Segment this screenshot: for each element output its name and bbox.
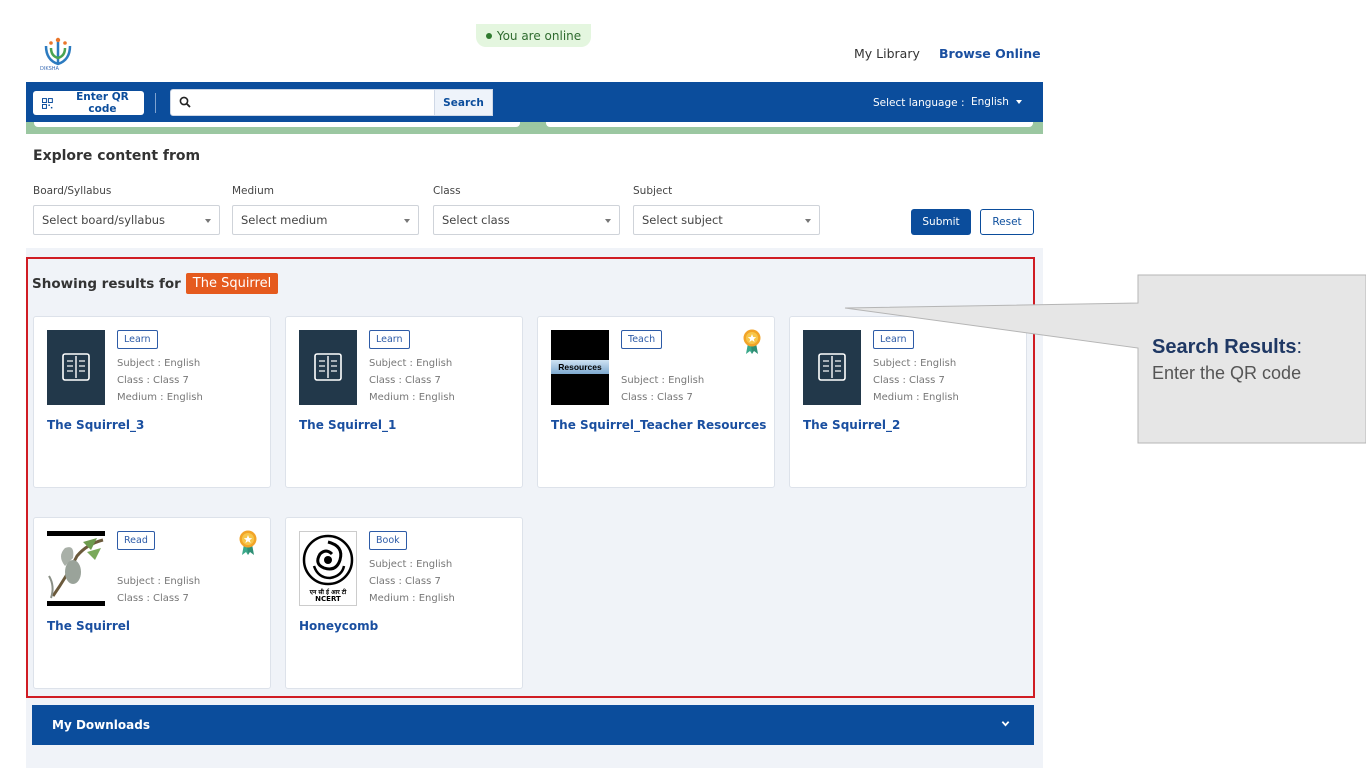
browse-online-link[interactable]: Browse Online [939, 46, 1041, 61]
my-downloads-label: My Downloads [52, 718, 150, 732]
card-title[interactable]: The Squirrel_Teacher Resources [551, 418, 766, 432]
card-class: Class : Class 7 [621, 392, 693, 403]
resources-thumbnail: Resources [551, 330, 609, 405]
content-type-tag: Read [117, 531, 155, 550]
class-select[interactable]: Select class [433, 205, 620, 235]
callout-subtitle: Enter the QR code [1152, 363, 1302, 383]
medium-select-value: Select medium [241, 213, 328, 227]
results-prefix: Showing results for [32, 275, 181, 292]
squirrel-image [47, 531, 105, 606]
card-title[interactable]: The Squirrel_3 [47, 418, 144, 432]
subject-select[interactable]: Select subject [633, 205, 820, 235]
card-medium: Medium : English [369, 392, 455, 403]
ncert-logo: एन सी ई आर टी NCERT [299, 531, 357, 606]
banner-strip [26, 122, 1043, 134]
content-card[interactable]: Read Subject : English Class : Class 7 T… [33, 517, 271, 689]
board-filter-label: Board/Syllabus [33, 185, 112, 197]
my-downloads-accordion[interactable]: My Downloads [32, 705, 1034, 745]
medium-filter-label: Medium [232, 185, 274, 197]
content-type-tag: Book [369, 531, 407, 550]
card-title[interactable]: The Squirrel [47, 619, 130, 633]
content-type-tag: Learn [117, 330, 158, 349]
qr-code-icon [42, 97, 53, 109]
card-title[interactable]: The Squirrel_1 [299, 418, 396, 432]
class-select-value: Select class [442, 213, 510, 227]
card-class: Class : Class 7 [117, 375, 189, 386]
card-class: Class : Class 7 [117, 593, 189, 604]
book-icon [47, 330, 105, 405]
toolbar-divider [155, 93, 156, 113]
board-select-value: Select board/syllabus [42, 213, 166, 227]
logo-text: DIKSHA [40, 66, 59, 72]
medium-select[interactable]: Select medium [232, 205, 419, 235]
card-medium: Medium : English [369, 593, 455, 604]
subject-filter-label: Subject [633, 185, 673, 197]
content-type-tag: Learn [369, 330, 410, 349]
content-card[interactable]: एन सी ई आर टी NCERT Book Subject : Engli… [285, 517, 523, 689]
card-subject: Subject : English [621, 375, 705, 386]
class-filter-label: Class [433, 185, 461, 197]
enter-qr-code-button[interactable]: Enter QR code [33, 91, 144, 115]
callout-title: Search Results: [1152, 336, 1303, 358]
subject-select-value: Select subject [642, 213, 723, 227]
chevron-down-icon [1015, 100, 1022, 104]
chevron-down-icon [805, 219, 811, 223]
submit-button[interactable]: Submit [911, 209, 971, 235]
search-icon [179, 96, 191, 108]
card-subject: Subject : English [117, 576, 201, 587]
chevron-down-icon [605, 219, 611, 223]
language-select[interactable]: English [971, 96, 1022, 108]
card-class: Class : Class 7 [369, 576, 441, 587]
content-card[interactable]: Learn Subject : English Class : Class 7 … [285, 316, 523, 488]
chevron-down-icon [404, 219, 410, 223]
card-class: Class : Class 7 [369, 375, 441, 386]
award-badge-icon [239, 530, 257, 555]
card-subject: Subject : English [117, 358, 201, 369]
card-subject: Subject : English [369, 358, 453, 369]
card-medium: Medium : English [117, 392, 203, 403]
board-select[interactable]: Select board/syllabus [33, 205, 220, 235]
search-query-chip: The Squirrel [185, 273, 279, 294]
explore-title: Explore content from [33, 148, 201, 164]
content-card[interactable]: Resources Teach Subject : English Class … [537, 316, 775, 488]
online-status-badge: You are online [476, 24, 591, 47]
results-heading: Showing results for The Squirrel [32, 273, 279, 294]
language-label: Select language : [873, 97, 965, 109]
award-badge-icon [743, 329, 761, 354]
annotation-callout [844, 274, 1366, 444]
online-dot-icon [485, 32, 492, 39]
content-card[interactable]: Learn Subject : English Class : Class 7 … [33, 316, 271, 488]
search-toolbar: Enter QR code Search Select language : E… [26, 82, 1043, 122]
content-type-tag: Teach [621, 330, 663, 349]
book-icon [299, 330, 357, 405]
chevron-down-icon [1001, 721, 1010, 727]
reset-button[interactable]: Reset [980, 209, 1034, 235]
ncert-text: NCERT [315, 595, 341, 603]
search-button[interactable]: Search [434, 89, 493, 116]
chevron-down-icon [205, 219, 211, 223]
resources-label: Resources [551, 360, 609, 374]
card-title[interactable]: Honeycomb [299, 619, 378, 633]
language-value: English [971, 96, 1009, 108]
qr-button-label: Enter QR code [76, 91, 129, 115]
online-status-text: You are online [496, 28, 582, 43]
card-subject: Subject : English [369, 559, 453, 570]
my-library-link[interactable]: My Library [854, 46, 920, 61]
